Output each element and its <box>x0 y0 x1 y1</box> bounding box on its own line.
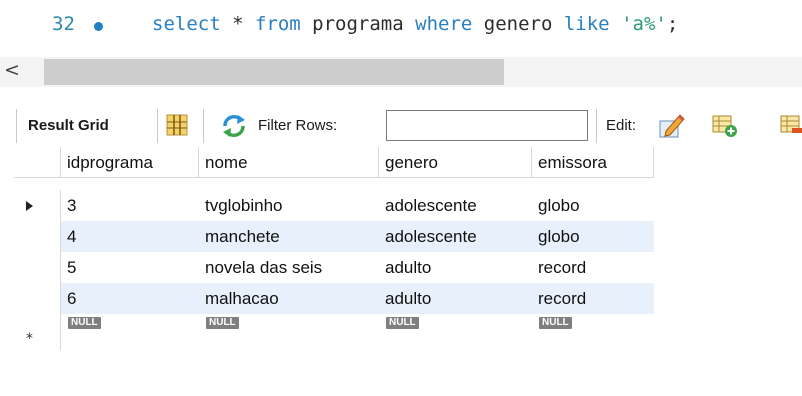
sql-keyword-select: select <box>152 13 221 35</box>
filter-rows-input[interactable] <box>386 110 588 141</box>
column-header-nome[interactable]: nome <box>199 147 379 178</box>
row-marker[interactable] <box>14 221 61 252</box>
edit-pencil-icon[interactable] <box>658 111 686 139</box>
edit-label: Edit: <box>606 117 637 134</box>
row-marker[interactable] <box>14 252 61 283</box>
delete-row-icon[interactable] <box>780 114 802 138</box>
sql-statement[interactable]: select * from programa where genero like… <box>152 13 678 35</box>
filter-rows-label: Filter Rows: <box>258 117 338 134</box>
cell-emissora[interactable]: globo <box>538 190 580 221</box>
row-marker[interactable] <box>14 190 61 221</box>
sql-editor-line[interactable]: 32 select * from programa where genero l… <box>0 0 802 52</box>
toolbar-separator <box>157 109 158 143</box>
sql-pattern: 'a%' <box>621 13 667 35</box>
column-header-emissora[interactable]: emissora <box>532 147 654 178</box>
sql-keyword-where: where <box>415 13 473 35</box>
cell-idprograma[interactable]: 5 <box>67 252 76 283</box>
statement-marker-icon <box>94 22 103 31</box>
sql-column: genero <box>472 13 564 35</box>
toolbar-separator <box>596 109 597 143</box>
add-row-icon[interactable] <box>712 114 738 138</box>
null-badge[interactable]: NULL <box>206 317 239 329</box>
cell-genero[interactable]: adulto <box>385 283 431 314</box>
cell-emissora[interactable]: record <box>538 252 586 283</box>
current-row-arrow-icon <box>26 201 33 211</box>
row-header-corner <box>14 147 61 178</box>
cell-idprograma[interactable]: 6 <box>67 283 76 314</box>
line-number: 32 <box>52 13 75 35</box>
sql-keyword-from: from <box>254 13 301 35</box>
table-row[interactable]: 5 novela das seis adulto record <box>14 252 654 283</box>
cell-nome[interactable]: manchete <box>205 221 280 252</box>
svg-text:*: * <box>26 331 33 347</box>
horizontal-scrollbar[interactable]: < <box>0 57 802 87</box>
sql-star: * <box>220 13 255 35</box>
sql-semicolon: ; <box>666 13 679 35</box>
sql-table: programa <box>300 13 416 35</box>
new-row[interactable]: * NULL NULL NULL NULL <box>14 314 654 350</box>
toolbar-separator <box>203 109 204 143</box>
result-toolbar: Result Grid Filter Rows: Edit: <box>0 105 802 147</box>
cell-emissora[interactable]: record <box>538 283 586 314</box>
row-marker[interactable]: * <box>14 314 61 350</box>
column-header-idprograma[interactable]: idprograma <box>61 147 199 178</box>
grid-header-row: idprograma nome genero emissora <box>14 147 654 178</box>
row-marker[interactable] <box>14 283 61 314</box>
table-row[interactable]: 3 tvglobinho adolescente globo <box>14 190 654 221</box>
cell-nome[interactable]: malhacao <box>205 283 279 314</box>
sql-space <box>610 13 621 35</box>
toolbar-separator <box>16 109 17 143</box>
cell-genero[interactable]: adulto <box>385 252 431 283</box>
null-badge[interactable]: NULL <box>68 317 101 329</box>
new-row-asterisk-icon: * <box>26 331 33 347</box>
scroll-left-icon[interactable]: < <box>4 59 20 81</box>
cell-genero[interactable]: adolescente <box>385 221 477 252</box>
null-badge[interactable]: NULL <box>386 317 419 329</box>
table-row[interactable]: 4 manchete adolescente globo <box>14 221 654 252</box>
cell-idprograma[interactable]: 4 <box>67 221 76 252</box>
column-header-genero[interactable]: genero <box>379 147 532 178</box>
form-editor-icon[interactable] <box>166 114 188 136</box>
cell-emissora[interactable]: globo <box>538 221 580 252</box>
cell-nome[interactable]: tvglobinho <box>205 190 283 221</box>
null-badge[interactable]: NULL <box>539 317 572 329</box>
refresh-icon[interactable] <box>221 114 247 138</box>
cell-nome[interactable]: novela das seis <box>205 252 322 283</box>
scrollbar-thumb[interactable] <box>44 59 504 85</box>
cell-idprograma[interactable]: 3 <box>67 190 76 221</box>
cell-genero[interactable]: adolescente <box>385 190 477 221</box>
result-grid-tab[interactable]: Result Grid <box>28 117 109 134</box>
sql-keyword-like: like <box>563 13 610 35</box>
table-row[interactable]: 6 malhacao adulto record <box>14 283 654 314</box>
